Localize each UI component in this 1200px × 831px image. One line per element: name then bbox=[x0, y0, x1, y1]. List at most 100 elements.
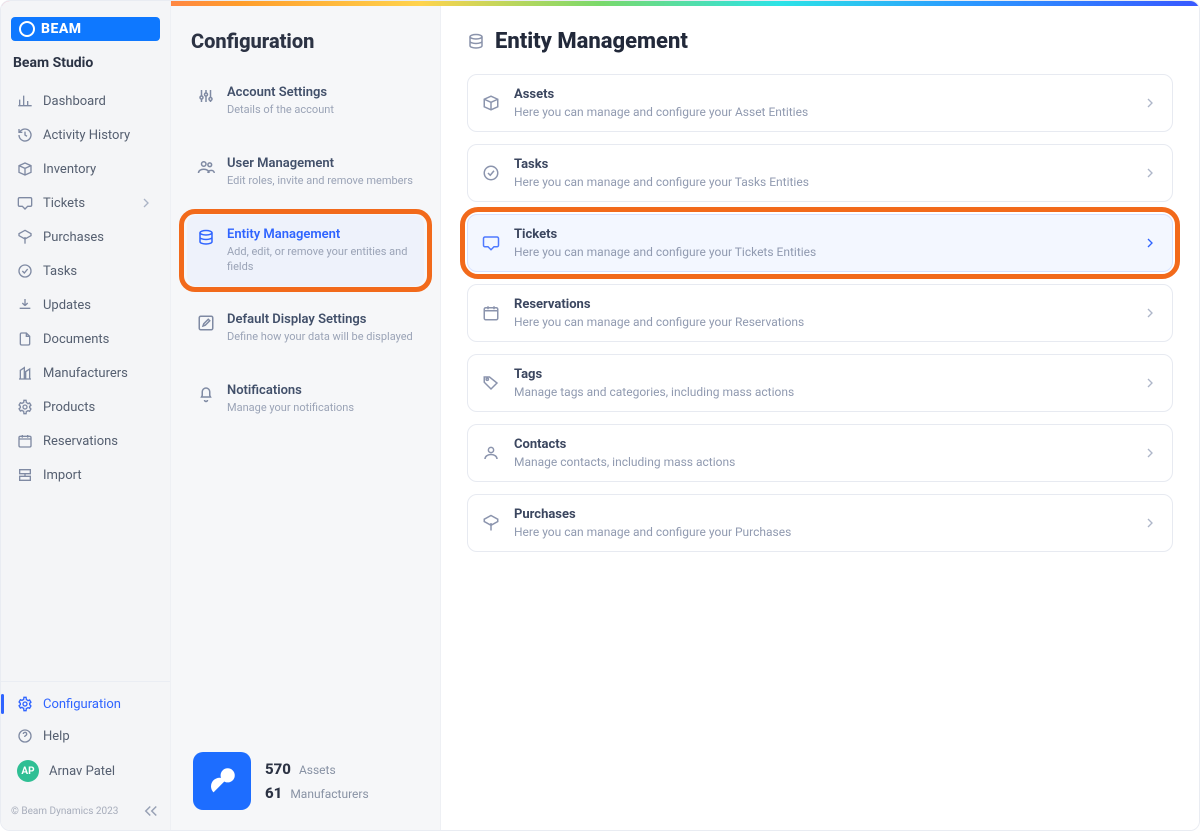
sliders-icon bbox=[197, 87, 215, 105]
sidebar-item-manufacturers[interactable]: Manufacturers bbox=[7, 357, 164, 389]
sidebar-nav: Dashboard Activity History Inventory Tic… bbox=[1, 85, 170, 491]
config-item-entity-management[interactable]: Entity Management Add, edit, or remove y… bbox=[187, 215, 424, 287]
sidebar: BEAM Beam Studio Dashboard Activity Hist… bbox=[1, 1, 171, 830]
sidebar-item-products[interactable]: Products bbox=[7, 391, 164, 423]
card-subtitle: Manage contacts, including mass actions bbox=[514, 455, 1128, 469]
sidebar-item-reservations[interactable]: Reservations bbox=[7, 425, 164, 457]
chevron-right-icon bbox=[1142, 375, 1158, 391]
sidebar-item-label: Activity History bbox=[43, 128, 130, 143]
tag-icon bbox=[482, 374, 500, 392]
building-icon bbox=[17, 365, 33, 381]
stat-assets: 570Assets bbox=[265, 760, 369, 778]
card-subtitle: Here you can manage and configure your P… bbox=[514, 525, 1128, 539]
chevron-right-icon bbox=[1142, 165, 1158, 181]
config-item-subtitle: Details of the account bbox=[227, 103, 334, 118]
main-panel: Entity Management AssetsHere you can man… bbox=[441, 1, 1199, 830]
history-icon bbox=[17, 127, 33, 143]
sidebar-item-dashboard[interactable]: Dashboard bbox=[7, 85, 164, 117]
entity-card-reservations[interactable]: ReservationsHere you can manage and conf… bbox=[467, 284, 1173, 342]
sidebar-user[interactable]: AP Arnav Patel bbox=[7, 752, 164, 790]
sidebar-item-label: Updates bbox=[43, 298, 91, 313]
sidebar-item-tickets[interactable]: Tickets bbox=[7, 187, 164, 219]
sidebar-item-label: Documents bbox=[43, 332, 109, 347]
sidebar-item-label: Dashboard bbox=[43, 94, 106, 109]
sidebar-item-import[interactable]: Import bbox=[7, 459, 164, 491]
stat-value: 570 bbox=[265, 760, 291, 778]
copyright: © Beam Dynamics 2023 bbox=[11, 806, 118, 817]
box-icon bbox=[17, 161, 33, 177]
config-item-subtitle: Define how your data will be displayed bbox=[227, 330, 413, 345]
download-icon bbox=[17, 297, 33, 313]
sidebar-item-label: Purchases bbox=[43, 230, 104, 245]
footer-stats: 570Assets 61Manufacturers bbox=[265, 760, 369, 802]
sidebar-item-updates[interactable]: Updates bbox=[7, 289, 164, 321]
bell-icon bbox=[197, 385, 215, 403]
config-item-subtitle: Add, edit, or remove your entities and f… bbox=[227, 245, 414, 275]
config-item-account-settings[interactable]: Account Settings Details of the account bbox=[187, 73, 424, 130]
sidebar-item-label: Help bbox=[43, 729, 70, 744]
config-item-title: User Management bbox=[227, 156, 413, 171]
sidebar-item-activity-history[interactable]: Activity History bbox=[7, 119, 164, 151]
sidebar-item-label: Tickets bbox=[43, 196, 85, 211]
sidebar-item-configuration[interactable]: Configuration bbox=[7, 688, 164, 720]
entity-card-purchases[interactable]: Purchases Here you can manage and configu… bbox=[467, 494, 1173, 552]
sidebar-item-label: Import bbox=[43, 468, 82, 483]
chevron-right-icon bbox=[1142, 445, 1158, 461]
brand-logo-text: BEAM bbox=[41, 21, 82, 37]
calendar-icon bbox=[482, 304, 500, 322]
brand-tile bbox=[193, 752, 251, 810]
card-title: Purchases bbox=[514, 507, 1128, 522]
database-icon bbox=[467, 33, 485, 51]
card-title: Contacts bbox=[514, 437, 1128, 452]
sidebar-item-label: Inventory bbox=[43, 162, 96, 177]
entity-card-tags[interactable]: TagsManage tags and categories, includin… bbox=[467, 354, 1173, 412]
check-circle-icon bbox=[482, 164, 500, 182]
cube-icon bbox=[482, 94, 500, 112]
database-icon bbox=[197, 229, 215, 247]
entity-card-assets[interactable]: AssetsHere you can manage and configure … bbox=[467, 74, 1173, 132]
sidebar-item-inventory[interactable]: Inventory bbox=[7, 153, 164, 185]
workspace-name: Beam Studio bbox=[13, 55, 158, 71]
sidebar-item-tasks[interactable]: Tasks bbox=[7, 255, 164, 287]
card-title: Tasks bbox=[514, 157, 1128, 172]
user-icon bbox=[482, 444, 500, 462]
config-item-default-display-settings[interactable]: Default Display Settings Define how your… bbox=[187, 300, 424, 357]
sidebar-item-documents[interactable]: Documents bbox=[7, 323, 164, 355]
stat-manufacturers: 61Manufacturers bbox=[265, 784, 369, 802]
document-icon bbox=[17, 331, 33, 347]
sidebar-item-help[interactable]: Help bbox=[7, 720, 164, 752]
users-icon bbox=[197, 158, 215, 176]
chevron-right-icon bbox=[1142, 235, 1158, 251]
config-item-notifications[interactable]: Notifications Manage your notifications bbox=[187, 371, 424, 428]
edit-icon bbox=[197, 314, 215, 332]
app-window: BEAM Beam Studio Dashboard Activity Hist… bbox=[0, 0, 1200, 831]
config-panel: Configuration Account Settings Details o… bbox=[171, 1, 441, 830]
entity-card-tasks[interactable]: TasksHere you can manage and configure y… bbox=[467, 144, 1173, 202]
page-title: Entity Management bbox=[495, 29, 688, 54]
card-subtitle: Here you can manage and configure your T… bbox=[514, 245, 1128, 259]
chevron-right-icon bbox=[1142, 305, 1158, 321]
settings-icon bbox=[17, 696, 33, 712]
brand-logo[interactable]: BEAM bbox=[11, 17, 160, 41]
help-icon bbox=[17, 728, 33, 744]
config-item-user-management[interactable]: User Management Edit roles, invite and r… bbox=[187, 144, 424, 201]
config-item-subtitle: Edit roles, invite and remove members bbox=[227, 174, 413, 189]
entity-cards: AssetsHere you can manage and configure … bbox=[467, 74, 1173, 552]
sidebar-item-purchases[interactable]: Purchases bbox=[7, 221, 164, 253]
config-item-title: Account Settings bbox=[227, 85, 334, 100]
card-subtitle: Here you can manage and configure your A… bbox=[514, 105, 1128, 119]
stat-value: 61 bbox=[265, 784, 282, 802]
sidebar-footer: © Beam Dynamics 2023 bbox=[1, 796, 170, 830]
main-header: Entity Management bbox=[467, 29, 1173, 54]
calendar-icon bbox=[17, 433, 33, 449]
chevron-right-icon bbox=[1142, 515, 1158, 531]
entity-card-tickets[interactable]: TicketsHere you can manage and configure… bbox=[467, 214, 1173, 272]
collapse-icon[interactable] bbox=[142, 802, 160, 820]
card-subtitle: Manage tags and categories, including ma… bbox=[514, 385, 1128, 399]
config-list: Account Settings Details of the account … bbox=[187, 73, 424, 428]
config-item-title: Default Display Settings bbox=[227, 312, 413, 327]
coin-icon bbox=[482, 514, 500, 532]
user-name: Arnav Patel bbox=[49, 764, 115, 779]
entity-card-contacts[interactable]: Contacts Manage contacts, including mass … bbox=[467, 424, 1173, 482]
sidebar-item-label: Manufacturers bbox=[43, 366, 128, 381]
